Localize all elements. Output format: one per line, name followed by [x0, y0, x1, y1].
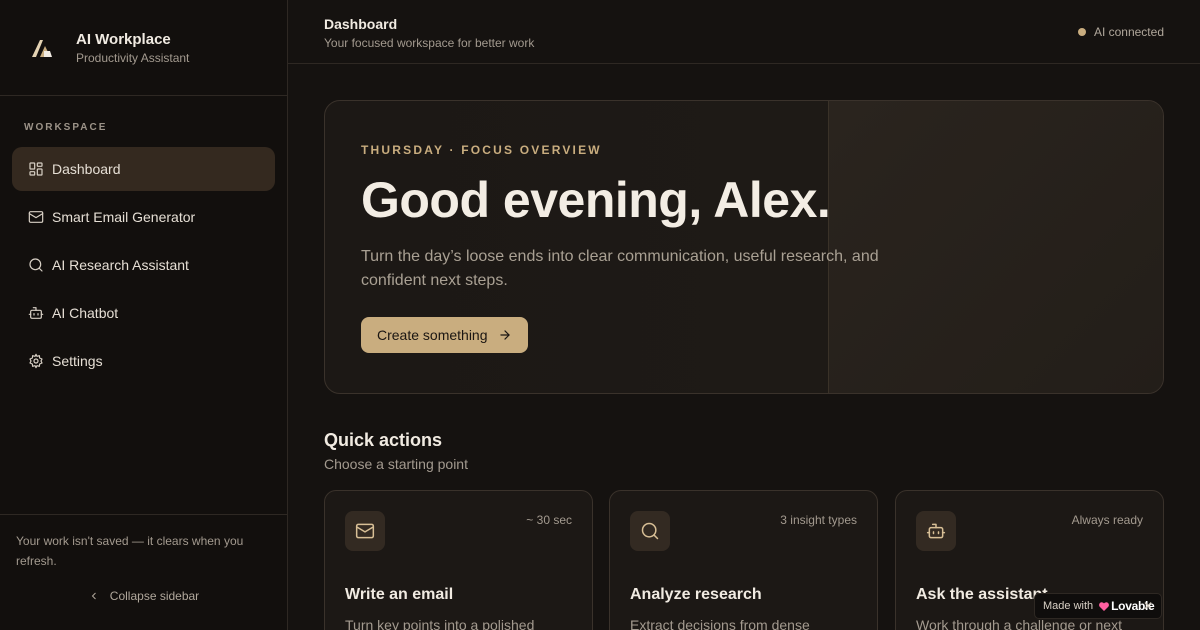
cta-label: Create something: [377, 327, 488, 343]
card-meta: ~ 30 sec: [526, 513, 572, 527]
bot-icon: [28, 307, 44, 319]
create-something-button[interactable]: Create something: [361, 317, 528, 353]
brand-title: AI Workplace: [76, 30, 171, 48]
card-description: Extract decisions from dense: [630, 617, 810, 630]
mail-icon: [28, 211, 44, 223]
brand[interactable]: AI Workplace Productivity Assistant: [0, 0, 287, 96]
bot-icon: [916, 511, 956, 551]
card-description: Turn key points into a polished: [345, 617, 535, 630]
status-text: AI connected: [1093, 25, 1164, 39]
sidebar-item-chatbot[interactable]: AI Chatbot: [12, 291, 275, 335]
sidebar-section-label: WORKSPACE: [24, 122, 108, 133]
status-dot-icon: [1077, 28, 1086, 36]
arrow-right-icon: [499, 330, 510, 340]
sidebar-item-label: Dashboard: [52, 161, 121, 177]
card-meta: 3 insight types: [780, 513, 857, 527]
ai-status: AI connected: [1077, 25, 1164, 39]
quick-action-card-research[interactable]: 3 insight types Analyze research Extract…: [609, 490, 878, 630]
sidebar-nav: Dashboard Smart Email Generator AI Resea…: [12, 147, 275, 387]
page-title: Dashboard: [324, 16, 398, 32]
card-meta: Always ready: [1071, 513, 1143, 527]
sidebar-item-settings[interactable]: Settings: [12, 339, 275, 383]
sidebar-item-dashboard[interactable]: Dashboard: [12, 147, 275, 191]
made-with-lovable-badge[interactable]: Made with Lovable ✕: [1034, 593, 1162, 619]
grid-icon: [29, 162, 43, 176]
sidebar-item-label: AI Chatbot: [52, 305, 119, 321]
brand-subtitle: Productivity Assistant: [76, 50, 190, 65]
collapse-sidebar-button[interactable]: Collapse sidebar: [16, 589, 271, 603]
sidebar-item-label: Smart Email Generator: [52, 209, 196, 225]
close-icon[interactable]: ✕: [1143, 599, 1153, 613]
chevron-left-icon: [91, 592, 96, 600]
card-title: Analyze research: [630, 586, 762, 603]
hero-card: THURSDAY · FOCUS OVERVIEW Good evening, …: [324, 100, 1164, 394]
quick-action-card-email[interactable]: ~ 30 sec Write an email Turn key points …: [324, 490, 593, 630]
badge-prefix: Made with: [1043, 600, 1094, 612]
sidebar-item-research-assistant[interactable]: AI Research Assistant: [12, 243, 275, 287]
gear-icon: [29, 353, 43, 369]
quick-actions-subtitle: Choose a starting point: [324, 456, 468, 472]
page-header: Dashboard Your focused workspace for bet…: [288, 0, 1200, 64]
hero-greeting: Good evening, Alex.: [361, 172, 831, 228]
sidebar-footer: Your work isn't saved — it clears when y…: [0, 514, 287, 630]
sidebar-item-email-generator[interactable]: Smart Email Generator: [12, 195, 275, 239]
sidebar: AI Workplace Productivity Assistant WORK…: [0, 0, 288, 630]
sidebar-item-label: AI Research Assistant: [52, 257, 189, 273]
heart-icon: [1099, 601, 1110, 611]
hero-description: Turn the day’s loose ends into clear com…: [361, 248, 879, 289]
workplace-logo-icon: [24, 30, 60, 66]
hero-eyebrow: THURSDAY · FOCUS OVERVIEW: [361, 143, 602, 157]
search-icon: [29, 258, 43, 272]
mail-icon: [345, 511, 385, 551]
quick-actions-title: Quick actions: [324, 430, 443, 450]
page-subtitle: Your focused workspace for better work: [324, 36, 535, 50]
card-title: Write an email: [345, 586, 454, 603]
sidebar-item-label: Settings: [52, 353, 103, 369]
search-icon: [630, 511, 670, 551]
unsaved-notice: Your work isn't saved — it clears when y…: [16, 534, 244, 568]
card-title: Ask the assistant: [916, 586, 1048, 603]
collapse-label: Collapse sidebar: [109, 589, 200, 603]
